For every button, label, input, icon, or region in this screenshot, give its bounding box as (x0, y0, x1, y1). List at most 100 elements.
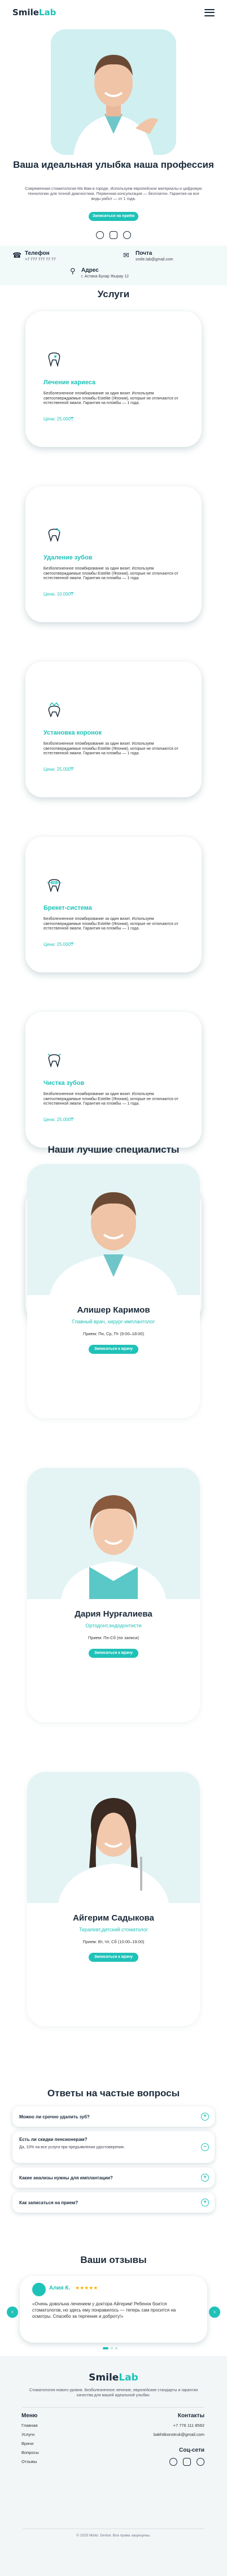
tooth-icon (48, 352, 60, 367)
address-block: Адрес г. Астана Бухар Жырау 12 (81, 267, 129, 279)
faq-item[interactable]: Какие анализы нужны для имплантации? + (12, 2167, 215, 2188)
reviewer-name: Алия К. (49, 2285, 71, 2291)
faq-item[interactable]: Можно ли срочно удалить зуб? + (12, 2106, 215, 2127)
service-name: Удаление зубов (43, 554, 93, 561)
mail-block[interactable]: Почта smile.lab@gmail.com (136, 250, 173, 262)
site-footer: SmileLab Стоматология нового уровня. Без… (0, 2356, 227, 2576)
footer-copyright: © 2025 Miolo. Dental. Все права защищены… (76, 2534, 151, 2538)
tooth-icon (47, 1053, 61, 1067)
doctor-name: Айгерим Садыкова (73, 1913, 154, 1923)
footer-menu-item[interactable]: Услуги (21, 2430, 39, 2439)
doctor-card: Алишер Каримов Главный врач, хирург-импла… (27, 1164, 200, 1418)
footer-menu-title: Меню (21, 2413, 38, 2419)
location-icon: ⚲ (70, 267, 76, 275)
reviewer-avatar (32, 2283, 46, 2296)
faq-item[interactable]: Есть ли скидки пенсионерам? Да, 10% на вс… (12, 2131, 215, 2163)
tooth-icon (48, 528, 60, 542)
service-name: Лечение кариеса (43, 379, 96, 386)
address-label: Адрес (81, 267, 99, 273)
doctor-book-button[interactable]: Записаться к врачу (89, 1649, 138, 1658)
logo-text-a: Smile (12, 7, 39, 18)
faq-question: Можно ли срочно удалить зуб? (19, 2114, 90, 2119)
contacts-bar: ☎ Телефон +7 777 777 77 77 ✉ Почта smile… (0, 246, 227, 285)
footer-logo[interactable]: SmileLab (0, 2372, 227, 2383)
whatsapp-icon[interactable] (96, 231, 104, 239)
hero-description: Современная стоматология Мя Вам в городе… (25, 187, 202, 201)
footer-menu-item[interactable]: Врачи (21, 2439, 39, 2448)
service-card[interactable]: Удаление зубов Безболезненное пломбирован… (25, 486, 202, 622)
doctor-schedule: Прием: Пн, Ср, Пт (9:00–18:00) (82, 1331, 145, 1336)
footer-menu: Меню Главная Услуги Врачи Вопросы Отзывы (21, 2413, 39, 2466)
review-stars: ★★★★★ (75, 2285, 98, 2291)
mail-icon: ✉ (123, 251, 129, 259)
service-price: Цена: 25.000₸ (43, 1117, 74, 1122)
service-description: Безболезненное пломбирование за один виз… (43, 742, 178, 755)
plus-icon[interactable]: + (201, 2113, 209, 2121)
hero-section: Ваша идеальная улыбка наша профессия (0, 25, 227, 189)
faq-item[interactable]: Как записаться на прием? + (12, 2192, 215, 2213)
plus-icon[interactable]: + (201, 2199, 209, 2206)
plus-icon[interactable]: + (201, 2174, 209, 2182)
footer-divider (23, 2407, 204, 2408)
mail-value: smile.lab@gmail.com (136, 258, 173, 262)
tooth-icon (48, 702, 60, 717)
doctor-photo (27, 1772, 200, 1903)
review-prev-arrow-icon[interactable]: ‹ (7, 2306, 18, 2318)
doctor-card: Дария Нурғалиева Ортодонт,эндодонтисти При… (27, 1468, 200, 1722)
footer-mail[interactable]: bakhitkonstruk@gmail.com (154, 2430, 204, 2439)
review-text: «Очень довольна лечением у доктора Айгер… (32, 2301, 176, 2319)
hero-title: Ваша идеальная улыбка наша профессия (13, 159, 214, 170)
review-next-arrow-icon[interactable]: › (209, 2306, 220, 2318)
doctor-photo (27, 1468, 200, 1599)
service-price: Цена: 25.000₸ (43, 767, 74, 772)
doctor-book-button[interactable]: Записаться к врачу (89, 1953, 138, 1962)
menu-icon[interactable] (204, 8, 215, 16)
hero-cta-button[interactable]: Записаться на приём (89, 212, 138, 221)
footer-whatsapp-icon[interactable] (169, 2458, 177, 2466)
minus-icon[interactable]: − (201, 2143, 209, 2151)
faq-answer: Да, 10% на все услуги при предъявлении у… (19, 2145, 125, 2149)
hero-social (0, 231, 227, 239)
review-dots (103, 2347, 117, 2349)
logo[interactable]: SmileLab (12, 7, 56, 18)
logo-text-b: Lab (38, 7, 56, 18)
footer-social-title: Соц-сети (179, 2447, 204, 2453)
faq-question: Какие анализы нужны для имплантации? (19, 2175, 113, 2180)
footer-telegram-icon[interactable] (197, 2458, 204, 2466)
tooth-icon (47, 879, 62, 892)
service-description: Безболезненное пломбирование за один виз… (43, 917, 178, 931)
phone-block[interactable]: Телефон +7 777 777 77 77 (25, 250, 56, 262)
services-title: Услуги (97, 289, 130, 299)
service-card[interactable]: Лечение кариеса Безболезненное пломбирова… (25, 311, 202, 447)
reviews-title: Ваши отзывы (80, 2254, 147, 2265)
doctor-role: Терапевт,детский стоматолог (78, 1927, 149, 1932)
service-card[interactable]: Чистка зубов Безболезненное пломбирование… (25, 1012, 202, 1148)
service-card[interactable]: Брекет-система Безболезненное пломбирован… (25, 837, 202, 972)
footer-menu-item[interactable]: Вопросы (21, 2448, 39, 2457)
service-card[interactable]: Установка коронок Безболезненное пломбиро… (25, 662, 202, 797)
doctor-role: Ортодонт,эндодонтисти (85, 1623, 142, 1628)
doctors-title: Наши лучшие специалисты (47, 1144, 180, 1155)
service-name: Брекет-система (43, 905, 92, 911)
phone-value: +7 777 777 77 77 (25, 258, 56, 262)
doctor-photo (27, 1164, 200, 1295)
service-price: Цена: 25.000₸ (43, 942, 74, 947)
service-price: Цена: 10.000₸ (43, 592, 74, 597)
review-card: Алия К. ★★★★★ «Очень довольна лечением у… (20, 2276, 207, 2343)
footer-phone[interactable]: +7 776 111 8592 (154, 2421, 204, 2430)
footer-instagram-icon[interactable] (183, 2458, 191, 2466)
address-value: г. Астана Бухар Жырау 12 (81, 275, 129, 279)
faq-title: Ответы на частые вопросы (47, 2088, 180, 2099)
doctor-role: Главный врач, хирург-имплантолог (72, 1319, 155, 1324)
footer-menu-item[interactable]: Отзывы (21, 2457, 39, 2466)
instagram-icon[interactable] (110, 231, 117, 239)
doctor-book-button[interactable]: Записаться к врачу (89, 1345, 138, 1354)
footer-about: Стоматология нового уровня. Безболезненн… (29, 2388, 198, 2397)
footer-menu-item[interactable]: Главная (21, 2421, 39, 2430)
service-name: Чистка зубов (43, 1080, 85, 1087)
doctor-schedule: Прием: Пн-Сб (по записи) (88, 1635, 139, 1640)
phone-icon: ☎ (12, 251, 22, 259)
footer-contacts: Контакты +7 776 111 8592 bakhitkonstruk@… (154, 2413, 204, 2466)
faq-question: Есть ли скидки пенсионерам? (19, 2137, 88, 2142)
telegram-icon[interactable] (123, 231, 131, 239)
